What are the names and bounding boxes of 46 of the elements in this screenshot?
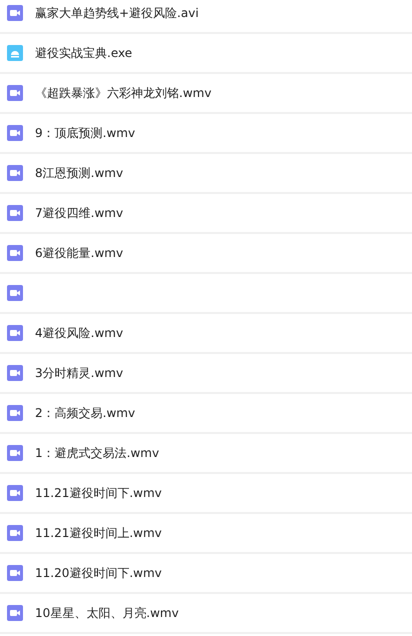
file-name: 3分时精灵.wmv: [35, 365, 124, 382]
video-camera-icon: [7, 565, 23, 581]
file-row[interactable]: 11.21避役时间上.wmv: [0, 514, 412, 554]
video-camera-icon: [7, 85, 23, 101]
file-name: 避役实战宝典.exe: [35, 45, 132, 62]
file-row[interactable]: 6避役能量.wmv: [0, 234, 412, 274]
application-icon: [7, 45, 23, 61]
file-row[interactable]: 11.21避役时间下.wmv: [0, 474, 412, 514]
file-name: 10星星、太阳、月亮.wmv: [35, 605, 179, 622]
file-row[interactable]: 10星星、太阳、月亮.wmv: [0, 594, 412, 634]
video-camera-icon: [7, 165, 23, 181]
file-name: 6避役能量.wmv: [35, 245, 124, 262]
file-row[interactable]: 2：高频交易.wmv: [0, 394, 412, 434]
video-camera-icon: [7, 205, 23, 221]
file-name: 11.21避役时间上.wmv: [35, 525, 162, 542]
video-camera-icon: [7, 245, 23, 261]
video-camera-icon: [7, 405, 23, 421]
file-name: 9：顶底预测.wmv: [35, 125, 136, 142]
file-row[interactable]: 7避役四维.wmv: [0, 194, 412, 234]
video-camera-icon: [7, 365, 23, 381]
file-row[interactable]: 1：避虎式交易法.wmv: [0, 434, 412, 474]
video-camera-icon: [7, 525, 23, 541]
file-name: 赢家大单趋势线+避役风险.avi: [35, 5, 199, 22]
file-name: 2：高频交易.wmv: [35, 405, 136, 422]
file-row[interactable]: 3分时精灵.wmv: [0, 354, 412, 394]
video-camera-icon: [7, 605, 23, 621]
file-name: 7避役四维.wmv: [35, 205, 124, 222]
file-row[interactable]: 《超跌暴涨》六彩神龙刘铭.wmv: [0, 74, 412, 114]
file-name: 4避役风险.wmv: [35, 325, 124, 342]
file-row[interactable]: 9：顶底预测.wmv: [0, 114, 412, 154]
video-camera-icon: [7, 285, 23, 301]
file-name: 8江恩预测.wmv: [35, 165, 124, 182]
file-row[interactable]: 避役实战宝典.exe: [0, 34, 412, 74]
file-name: 11.21避役时间下.wmv: [35, 485, 162, 502]
video-camera-icon: [7, 485, 23, 501]
video-camera-icon: [7, 125, 23, 141]
file-row[interactable]: 4避役风险.wmv: [0, 314, 412, 354]
file-name: 11.20避役时间下.wmv: [35, 565, 162, 582]
file-row[interactable]: 赢家大单趋势线+避役风险.avi: [0, 0, 412, 34]
video-camera-icon: [7, 445, 23, 461]
video-camera-icon: [7, 5, 23, 21]
video-camera-icon: [7, 325, 23, 341]
file-row[interactable]: 8江恩预测.wmv: [0, 154, 412, 194]
file-row[interactable]: 11.20避役时间下.wmv: [0, 554, 412, 594]
file-name: 1：避虎式交易法.wmv: [35, 445, 160, 462]
file-name: 《超跌暴涨》六彩神龙刘铭.wmv: [35, 85, 212, 102]
